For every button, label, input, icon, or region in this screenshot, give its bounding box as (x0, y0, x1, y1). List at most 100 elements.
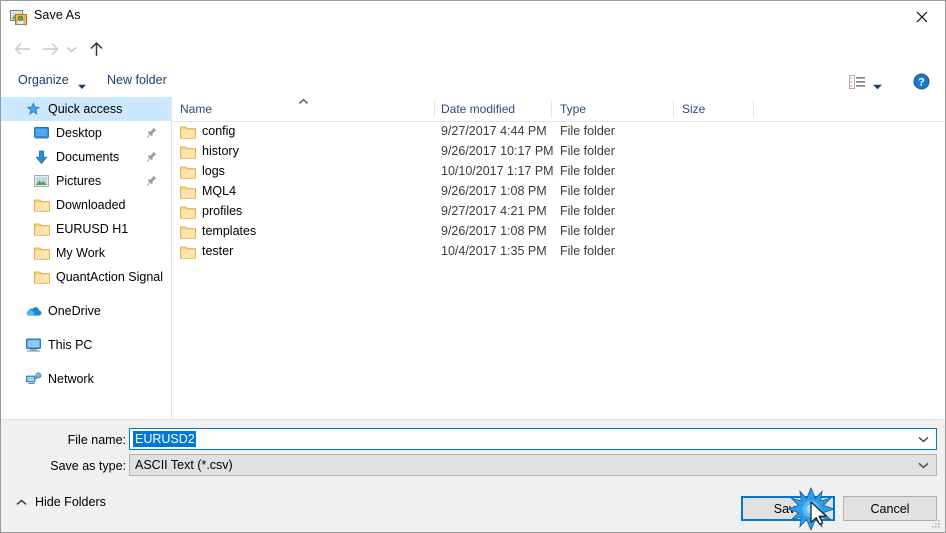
sidebar-item-label: Downloaded (56, 198, 126, 212)
folder-icon (33, 221, 50, 238)
file-type: File folder (560, 184, 615, 198)
folder-icon (33, 197, 50, 214)
sidebar-item-label: Documents (56, 150, 120, 164)
table-row[interactable]: config 9/27/2017 4:44 PM File folder (172, 122, 945, 142)
sidebar-item-eurusd-h1[interactable]: EURUSD H1 (1, 217, 171, 241)
file-type: File folder (560, 204, 615, 218)
file-name-input[interactable]: EURUSD2 (129, 428, 937, 450)
sidebar-item-label: EURUSD H1 (56, 222, 129, 236)
sidebar-item-label: QuantAction Signal (56, 270, 164, 284)
table-row[interactable]: templates 9/26/2017 1:08 PM File folder (172, 222, 945, 242)
save-as-type-value: ASCII Text (*.csv) (135, 458, 233, 472)
picture-save-icon (10, 8, 27, 25)
file-name: history (202, 144, 239, 158)
hide-folders-button[interactable]: Hide Folders (16, 495, 106, 509)
table-row[interactable]: history 9/26/2017 10:17 PM File folder (172, 142, 945, 162)
sort-ascending-icon (298, 94, 309, 108)
file-name: MQL4 (202, 184, 237, 198)
column-divider[interactable] (434, 100, 435, 118)
sidebar-item-pictures[interactable]: Pictures (1, 169, 171, 193)
thispc-icon (25, 337, 42, 354)
cancel-button[interactable]: Cancel (843, 496, 937, 521)
folder-icon (180, 185, 196, 199)
sidebar-item-label: OneDrive (48, 304, 101, 318)
table-row[interactable]: tester 10/4/2017 1:35 PM File folder (172, 242, 945, 262)
file-name: config (202, 124, 236, 138)
view-layout-icon[interactable] (849, 75, 865, 89)
dialog-footer: Hide Folders Save Cancel (1, 487, 945, 532)
column-header-date-modified[interactable]: Date modified (441, 102, 515, 116)
command-bar: Organize New folder ? (1, 66, 945, 98)
organize-button[interactable]: Organize (18, 73, 69, 87)
help-icon[interactable]: ? (913, 73, 930, 90)
folder-icon (180, 205, 196, 219)
navigation-bar: « Roaming › MetaQuotes › Terminal › 9155… (1, 32, 945, 92)
sidebar-item-documents[interactable]: Documents (1, 145, 171, 169)
forward-button[interactable] (37, 36, 63, 62)
arrow-left-icon (14, 43, 30, 55)
back-button[interactable] (9, 36, 35, 62)
sidebar-item-quantaction-signal[interactable]: QuantAction Signal (1, 265, 171, 289)
sidebar-item-network[interactable]: Network (1, 367, 171, 391)
file-date: 9/26/2017 1:08 PM (441, 224, 547, 238)
column-header-size[interactable]: Size (682, 102, 705, 116)
file-type: File folder (560, 224, 615, 238)
pin-icon[interactable] (147, 127, 157, 141)
sidebar-item-desktop[interactable]: Desktop (1, 121, 171, 145)
sidebar-item-downloaded[interactable]: Downloaded (1, 193, 171, 217)
table-row[interactable]: profiles 9/27/2017 4:21 PM File folder (172, 202, 945, 222)
close-button[interactable] (899, 1, 945, 32)
new-folder-button[interactable]: New folder (107, 73, 167, 87)
save-as-dialog: Save As Organize New folder ? Quick acce… (0, 0, 946, 533)
file-name: tester (202, 244, 234, 258)
sidebar-item-quick-access[interactable]: Quick access (1, 97, 171, 121)
file-date: 10/4/2017 1:35 PM (441, 244, 547, 258)
caret-down-icon[interactable] (78, 79, 86, 93)
documents-icon (33, 149, 50, 166)
table-row[interactable]: MQL4 9/26/2017 1:08 PM File folder (172, 182, 945, 202)
resize-grip-icon[interactable] (930, 518, 942, 530)
arrow-up-icon (89, 41, 103, 56)
star-pin-icon (25, 101, 42, 118)
chevron-down-icon (66, 46, 76, 52)
file-name-value[interactable]: EURUSD2 (133, 431, 196, 447)
sidebar-item-this-pc[interactable]: This PC (1, 333, 171, 357)
file-date: 9/26/2017 1:08 PM (441, 184, 547, 198)
recent-locations-button[interactable] (62, 36, 80, 62)
column-divider[interactable] (673, 100, 674, 118)
save-as-type-dropdown-button[interactable] (912, 455, 934, 475)
folder-icon (180, 145, 196, 159)
file-date: 9/27/2017 4:44 PM (441, 124, 547, 138)
sidebar-item-my-work[interactable]: My Work (1, 241, 171, 265)
file-date: 9/26/2017 10:17 PM (441, 144, 554, 158)
pin-icon[interactable] (147, 175, 157, 189)
file-type: File folder (560, 124, 615, 138)
pin-icon[interactable] (147, 151, 157, 165)
sidebar-item-label: Quick access (48, 102, 123, 116)
chevron-down-icon (918, 462, 928, 468)
save-form: File name: EURUSD2 Save as type: ASCII T… (1, 419, 945, 488)
file-name: templates (202, 224, 257, 238)
title-bar: Save As (1, 1, 945, 32)
column-header-type[interactable]: Type (560, 102, 586, 116)
view-dropdown-caret-icon[interactable] (873, 79, 882, 93)
column-header-name[interactable]: Name (180, 102, 212, 116)
save-as-type-select[interactable]: ASCII Text (*.csv) (129, 454, 937, 476)
save-button-label: Save (773, 501, 803, 516)
file-date: 9/27/2017 4:21 PM (441, 204, 547, 218)
table-row[interactable]: logs 10/10/2017 1:17 PM File folder (172, 162, 945, 182)
folder-icon (180, 125, 196, 139)
folder-icon (180, 165, 196, 179)
sidebar-item-onedrive[interactable]: OneDrive (1, 299, 171, 323)
onedrive-icon (25, 303, 42, 320)
file-name-dropdown-button[interactable] (912, 429, 934, 449)
desktop-icon (33, 125, 50, 142)
column-divider[interactable] (551, 100, 552, 118)
save-as-type-label: Save as type: (50, 459, 126, 473)
column-divider[interactable] (753, 100, 754, 118)
save-button[interactable]: Save (741, 496, 835, 521)
up-button[interactable] (83, 36, 109, 62)
sidebar-item-label: Network (48, 372, 94, 386)
